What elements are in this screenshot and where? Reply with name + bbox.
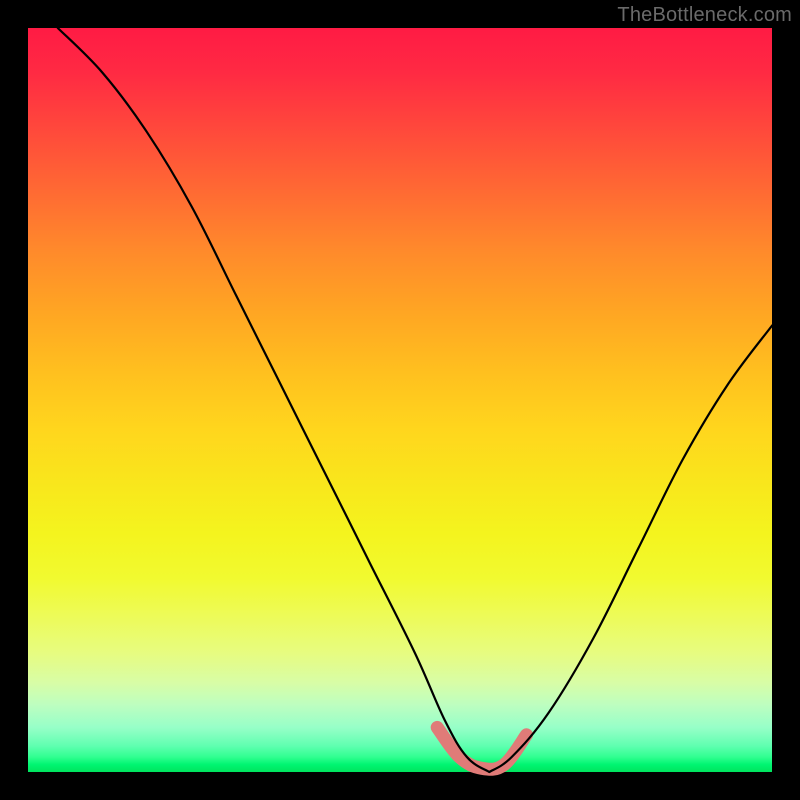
- bottleneck-curve-right: [489, 326, 772, 772]
- plot-area: [28, 28, 772, 772]
- curve-layer: [28, 28, 772, 772]
- watermark-label: TheBottleneck.com: [617, 4, 792, 27]
- bottleneck-curve-left: [58, 28, 490, 772]
- chart-frame: TheBottleneck.com: [0, 0, 800, 800]
